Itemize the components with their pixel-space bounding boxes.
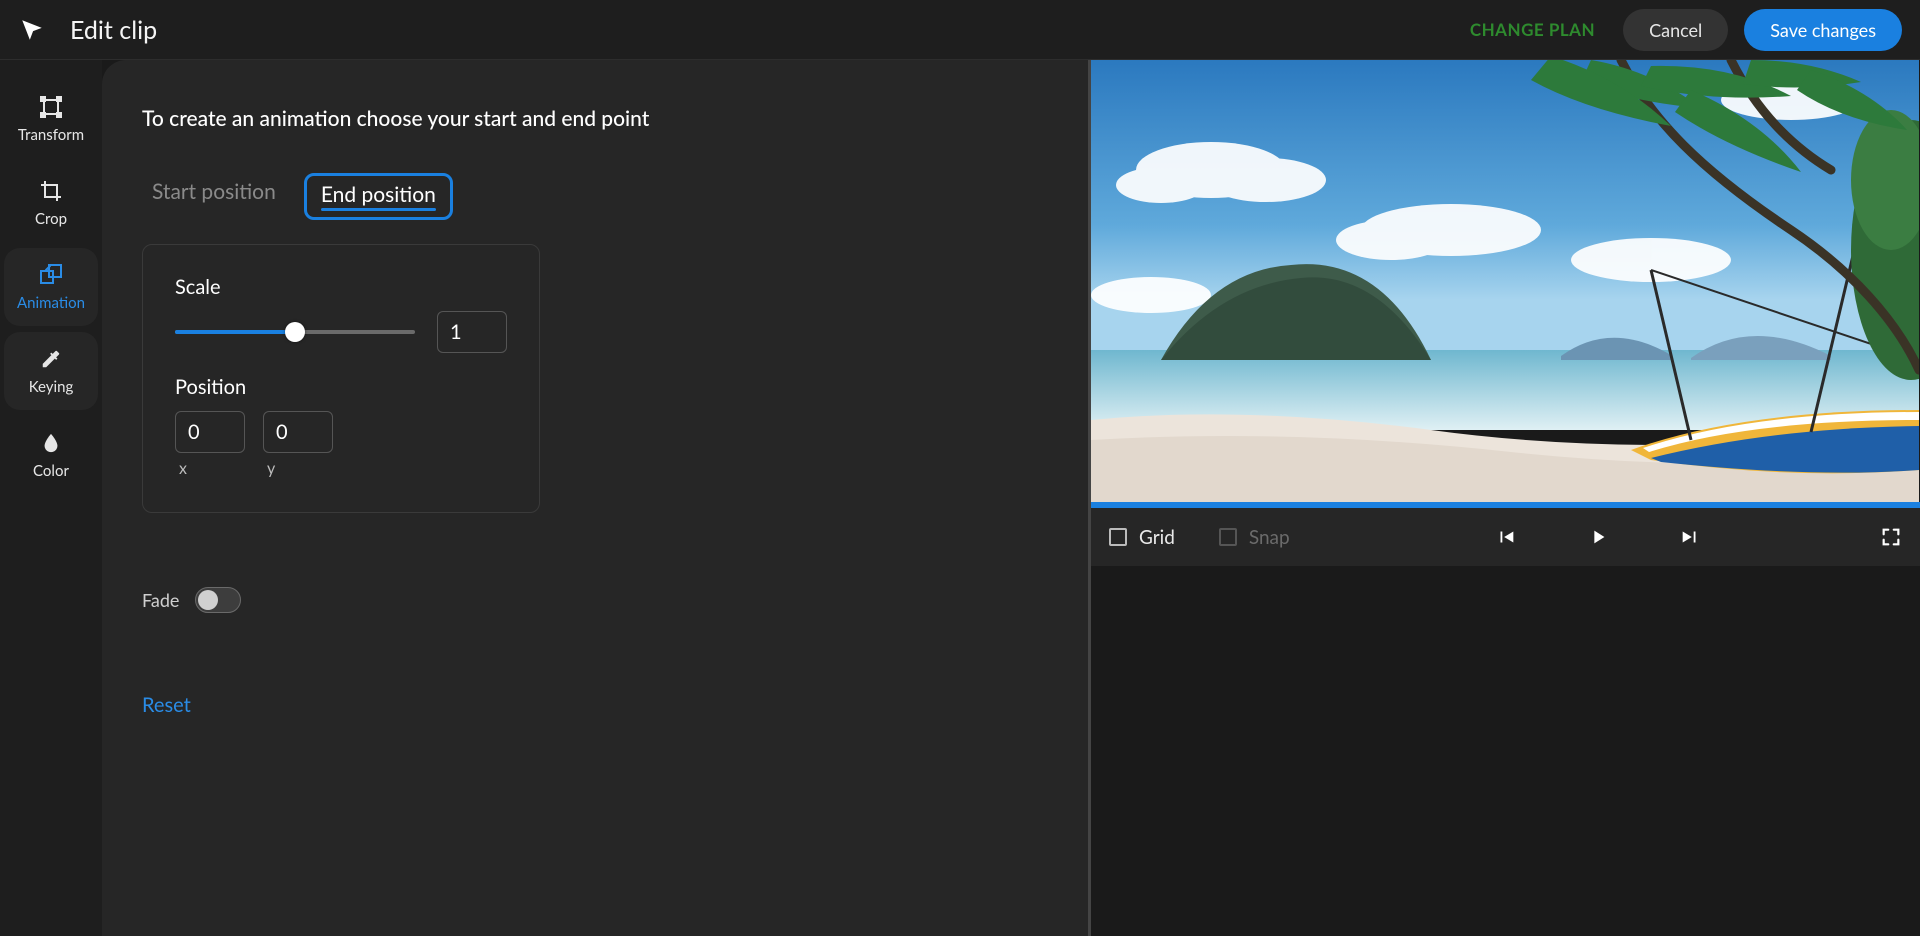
sidebar-item-label: Crop: [35, 210, 67, 228]
instruction-text: To create an animation choose your start…: [142, 106, 1048, 131]
skip-previous-button[interactable]: [1495, 526, 1517, 548]
sidebar-item-transform[interactable]: Transform: [4, 80, 98, 158]
fullscreen-button[interactable]: [1880, 526, 1902, 548]
position-y-input[interactable]: [263, 411, 333, 453]
options-panel: To create an animation choose your start…: [102, 60, 1088, 936]
sidebar-item-crop[interactable]: Crop: [4, 164, 98, 242]
eyedropper-icon: [38, 346, 64, 372]
tab-start-position[interactable]: Start position: [142, 173, 286, 220]
position-label: Position: [175, 375, 507, 399]
position-y-sublabel: y: [263, 459, 333, 478]
sidebar-item-color[interactable]: Color: [4, 416, 98, 494]
checkbox-icon: [1109, 528, 1127, 546]
fade-label: Fade: [142, 589, 179, 611]
position-x-input[interactable]: [175, 411, 245, 453]
sidebar-item-label: Transform: [18, 126, 84, 144]
cancel-button[interactable]: Cancel: [1623, 9, 1728, 51]
grid-toggle[interactable]: Grid: [1109, 526, 1175, 549]
sidebar-item-animation[interactable]: Animation: [4, 248, 98, 326]
header: Edit clip CHANGE PLAN Cancel Save change…: [0, 0, 1920, 60]
reset-link[interactable]: Reset: [142, 693, 191, 717]
sidebar-item-label: Color: [33, 462, 69, 480]
page-title: Edit clip: [70, 15, 157, 45]
preview-controls: Grid Snap: [1091, 508, 1920, 566]
crop-icon: [38, 178, 64, 204]
snap-label: Snap: [1249, 526, 1290, 549]
position-tabs: Start position End position: [142, 173, 1048, 220]
droplet-icon: [38, 430, 64, 456]
position-x-sublabel: x: [175, 459, 245, 478]
skip-next-button[interactable]: [1679, 526, 1701, 548]
animation-icon: [38, 262, 64, 288]
save-button[interactable]: Save changes: [1744, 9, 1902, 51]
sidebar: Transform Crop Animation Keying Color: [0, 60, 102, 936]
grid-label: Grid: [1139, 526, 1175, 549]
scale-input[interactable]: [437, 311, 507, 353]
scale-label: Scale: [175, 275, 507, 299]
fade-toggle[interactable]: [195, 587, 241, 613]
fade-row: Fade: [142, 587, 1048, 613]
scale-slider[interactable]: [175, 322, 415, 342]
sidebar-item-label: Animation: [17, 294, 85, 312]
change-plan-link[interactable]: CHANGE PLAN: [1470, 19, 1595, 40]
sidebar-item-label: Keying: [29, 378, 74, 396]
sidebar-item-keying[interactable]: Keying: [4, 332, 98, 410]
snap-toggle[interactable]: Snap: [1219, 526, 1290, 549]
play-button[interactable]: [1587, 526, 1609, 548]
tab-end-position[interactable]: End position: [304, 173, 453, 220]
app-logo-icon: [18, 16, 46, 44]
preview-canvas[interactable]: [1091, 60, 1919, 502]
position-card: Scale Position x y: [142, 244, 540, 513]
preview-panel: Grid Snap: [1088, 60, 1920, 936]
transform-icon: [38, 94, 64, 120]
checkbox-icon: [1219, 528, 1237, 546]
